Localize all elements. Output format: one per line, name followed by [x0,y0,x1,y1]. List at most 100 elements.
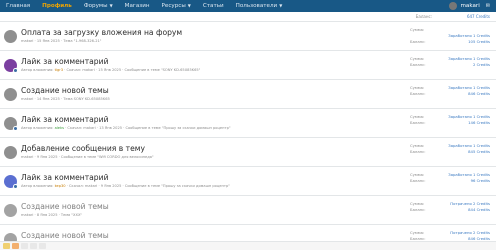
nav-item-6[interactable]: Пользователи ▼ [230,0,289,12]
stat-line: Баланс: 844 Credits [410,207,490,213]
nav-item-3[interactable]: Магазин [119,0,156,12]
transaction-row: Создание новой темыmakari · 8 Янв 2025 ·… [0,225,496,241]
balance-value: 647 Credits [466,14,490,19]
transaction-row: Оплата за загрузку вложения на форум maka… [0,22,496,51]
nav-item-label: Профиль [42,3,72,9]
meta-prefix: Автор вложения: [21,184,54,188]
nav-item-label: Форумы [83,3,108,9]
stat-label: Баланс: [410,39,426,45]
meta-user-link[interactable]: kep30 [55,184,66,188]
nav-item-label: Пользователи [235,3,278,9]
avatar [449,2,458,10]
toolbar-button[interactable] [12,243,19,249]
transaction-stats: Сумма: Заработано 1 Credits Баланс: 845 Cre… [410,143,490,155]
transaction-stats: Сумма: Заработано 1 Credits Баланс: 146 Cre… [410,114,490,126]
nav-item-1[interactable]: Профиль [36,0,78,12]
transaction-title[interactable]: Лайк за комментарий [21,115,109,124]
stat-label: Баланс: [410,62,426,68]
stat-label: Баланс: [410,207,426,213]
transaction-meta: makari · 8 Янв 2025 · Тема "XXX" [21,213,83,217]
bottom-toolbar [0,241,496,250]
meta-rest: · Скачал: makari · 13 Янв 2025 · Сообщен… [65,126,231,130]
transaction-meta: makari · 15 Янв 2025 · Тема "1-968-326-2… [21,39,102,43]
transaction-meta: makari · 14 Янв 2025 · Тема SONY KD-65X8… [21,97,110,101]
toolbar-button[interactable] [39,243,46,249]
meta-prefix: Автор вложения: [21,68,54,72]
nav-item-0[interactable]: Главная [0,0,36,12]
avatar[interactable] [4,175,18,189]
toolbar-button[interactable] [30,243,37,249]
stat-label: Баланс: [410,120,426,126]
avatar[interactable] [4,204,17,217]
meta-rest: · Скачал: makari · 15 Янв 2025 · Сообщен… [64,68,201,72]
meta-rest: · Скачал: makari · 9 Янв 2025 · Сообщени… [66,184,230,188]
stat-value: 845 Credits [468,149,490,155]
transaction-stats: Сумма: Заработано 1 Credits Баланс: 846 Cre… [410,85,490,97]
user-menu[interactable]: makari [449,2,485,10]
stat-line: Баланс: 845 Credits [410,149,490,155]
transaction-stats: Сумма: Потрачено 2 Credits Баланс: 844 Cred… [410,201,490,213]
stat-label: Баланс: [410,149,426,155]
transaction-title[interactable]: Создание новой темы [21,202,109,211]
avatar[interactable] [4,117,18,131]
transaction-title[interactable]: Создание новой темы [21,231,109,240]
transaction-title[interactable]: Лайк за комментарий [21,57,109,66]
toolbar-button[interactable] [3,243,10,249]
avatar[interactable] [4,88,17,101]
nav-item-2[interactable]: Форумы ▼ [78,0,119,12]
stat-label: Баланс: [410,91,426,97]
nav-item-5[interactable]: Статьи [197,0,230,12]
stat-label: Сумма: [410,27,425,32]
meta-user-link[interactable]: aleks [55,126,64,130]
transaction-row: Добавление сообщения в тему makari · 9 Ян… [0,138,496,167]
stat-line: Баланс: 105 Credits [410,39,490,45]
nav-item-label: Главная [6,3,31,9]
stat-value: 105 Credits [468,39,490,45]
transaction-meta: Автор вложения: tigr3 · Скачал: makari ·… [21,68,200,72]
mini-avatar [13,184,18,189]
transaction-title[interactable]: Оплата за загрузку вложения на форум [21,28,182,37]
transaction-title[interactable]: Создание новой темы [21,86,109,95]
nav-item-4[interactable]: Ресурсы ▼ [156,0,197,12]
toolbar-button[interactable] [21,243,28,249]
avatar[interactable] [4,59,18,73]
transaction-meta: Автор вложения: aleks · Скачал: makari ·… [21,126,231,130]
previous-row-fragment: Баланс: 647 Credits [0,12,496,22]
transaction-stats: Сумма: Заработано 1 Credits Баланс: 96 Cred… [410,172,490,184]
inbox-icon[interactable]: ✉ [486,3,496,9]
nav-item-label: Магазин [124,3,150,9]
avatar[interactable] [4,146,17,159]
balance-label: Баланс: [415,14,432,19]
transaction-stats: Сумма: Заработано 1 Credits Баланс: 2 Credi… [410,56,490,68]
stat-line: Баланс: 2 Credits [410,62,490,68]
avatar[interactable] [4,233,17,241]
transaction-meta: Автор вложения: kep30 · Скачал: makari ·… [21,184,230,188]
username: makari [460,3,480,9]
transaction-stats: Сумма: Потрачено 2 Credits Баланс: 846 Cred… [410,230,490,241]
transaction-row: Создание новой темы makari · 14 Янв 2025 … [0,80,496,109]
stat-value: 846 Credits [468,91,490,97]
transaction-stats: Сумма: Заработано 1 Credits Баланс: 105 Cre… [410,27,490,46]
transaction-row: Создание новой темы makari · 8 Янв 2025 ·… [0,196,496,225]
chevron-down-icon: ▼ [279,3,283,8]
stat-value: 146 Credits [468,120,490,126]
nav-item-label: Статьи [202,3,224,9]
transaction-meta: makari · 9 Янв 2025 · Сообщение в теме "… [21,155,154,159]
stat-value: 2 Credits [472,62,490,68]
meta-prefix: Автор вложения: [21,126,54,130]
avatar[interactable] [4,30,17,43]
stat-value: 844 Credits [468,207,490,213]
chevron-down-icon: ▼ [109,3,113,8]
stat-line: Баланс: 96 Credits [410,178,490,184]
transaction-row: Лайк за комментарий Автор вложения: kep30… [0,167,496,196]
mini-avatar [13,126,18,131]
stat-label: Баланс: [410,178,426,184]
top-navigation: Главная Профиль Форумы ▼ Магазин Ресурсы ▼ Стат… [0,0,496,12]
mini-avatar [13,68,18,73]
stat-line: Баланс: 146 Credits [410,120,490,126]
meta-user-link[interactable]: tigr3 [55,68,63,72]
transaction-title[interactable]: Лайк за комментарий [21,173,109,182]
stat-value: 96 Credits [470,178,490,184]
transaction-row: Лайк за комментарий Автор вложения: aleks… [0,109,496,138]
transaction-title[interactable]: Добавление сообщения в тему [21,144,145,153]
